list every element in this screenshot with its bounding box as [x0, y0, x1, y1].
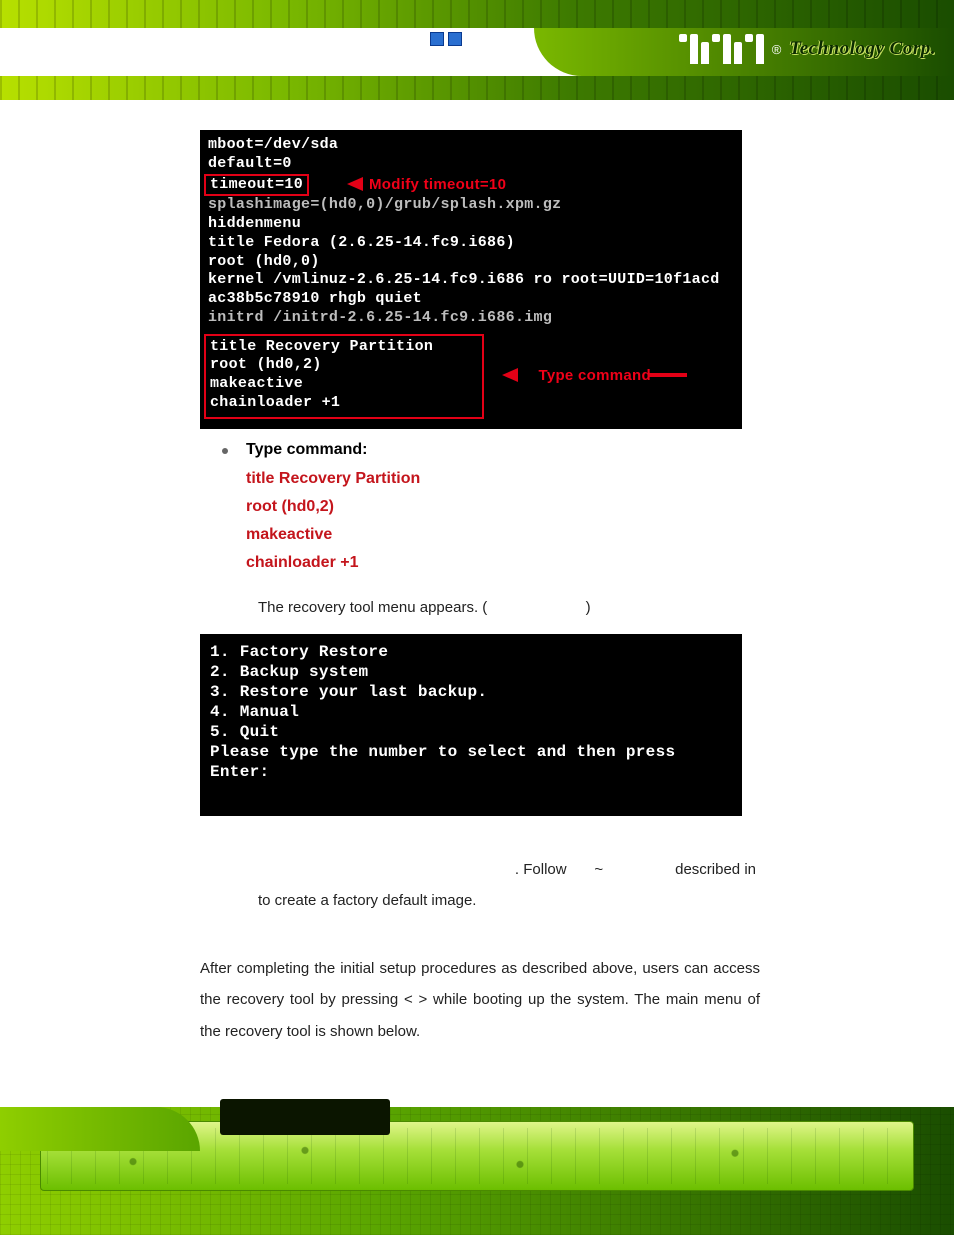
- iei-logo-icon: [679, 34, 764, 64]
- decor-square-1: [430, 32, 444, 46]
- term2-line: 2. Backup system: [210, 662, 732, 682]
- page-content: mboot=/dev/sda default=0 timeout=10 Modi…: [200, 130, 760, 1047]
- header-band: ® Technology Corp.: [0, 0, 954, 100]
- term1-block-line: root (hd0,2): [210, 356, 476, 375]
- brand-name: Technology Corp.: [789, 38, 936, 60]
- term1-block-line: makeactive: [210, 375, 476, 394]
- term1-block-line: title Recovery Partition: [210, 338, 476, 357]
- type-command-highlight-box: title Recovery Partition root (hd0,2) ma…: [204, 334, 484, 419]
- after-completing-paragraph: After completing the initial setup proce…: [200, 953, 760, 1048]
- term2-line: 5. Quit: [210, 722, 732, 742]
- term1-line: ac38b5c78910 rhgb quiet: [208, 290, 734, 309]
- bullet-icon: [222, 448, 228, 454]
- follow-steps-paragraph: . Follow ~ described in to create a fact…: [200, 854, 760, 917]
- terminal-screenshot-1: mboot=/dev/sda default=0 timeout=10 Modi…: [200, 130, 742, 429]
- type-command-callout: Type command: [502, 367, 687, 386]
- modify-timeout-callout: Modify timeout=10: [347, 176, 506, 195]
- registered-symbol: ®: [772, 42, 782, 57]
- timeout-highlight-box: timeout=10: [204, 174, 309, 197]
- footer-curve: [0, 1107, 200, 1151]
- term1-line: kernel /vmlinuz-2.6.25-14.fc9.i686 ro ro…: [208, 271, 734, 290]
- bullet-label: Type command:: [246, 441, 368, 459]
- footer-dark-chip: [220, 1099, 390, 1135]
- command-list: title Recovery Partition root (hd0,2) ma…: [246, 465, 760, 577]
- command-line: chainloader +1: [246, 549, 760, 577]
- term1-line: hiddenmenu: [208, 215, 734, 234]
- command-line: title Recovery Partition: [246, 465, 760, 493]
- term1-line: mboot=/dev/sda: [208, 136, 734, 155]
- terminal-screenshot-2: 1. Factory Restore 2. Backup system 3. R…: [200, 634, 742, 816]
- term2-line: 4. Manual: [210, 702, 732, 722]
- term1-line: root (hd0,0): [208, 253, 734, 272]
- type-command-bullet: Type command:: [222, 441, 760, 459]
- term2-line: 1. Factory Restore: [210, 642, 732, 662]
- term1-line: initrd /initrd-2.6.25-14.fc9.i686.img: [208, 309, 734, 328]
- decor-square-2: [448, 32, 462, 46]
- term1-block-line: chainloader +1: [210, 394, 476, 413]
- term1-line: default=0: [208, 155, 734, 174]
- command-line: makeactive: [246, 521, 760, 549]
- term2-line: 3. Restore your last backup.: [210, 682, 732, 702]
- term2-line: Please type the number to select and the…: [210, 742, 732, 782]
- term1-line: title Fedora (2.6.25-14.fc9.i686): [208, 234, 734, 253]
- recovery-menu-appears-line: The recovery tool menu appears. ( ): [258, 599, 760, 616]
- brand-logo: ® Technology Corp.: [679, 34, 936, 64]
- term1-line: splashimage=(hd0,0)/grub/splash.xpm.gz: [208, 196, 734, 215]
- command-line: root (hd0,2): [246, 493, 760, 521]
